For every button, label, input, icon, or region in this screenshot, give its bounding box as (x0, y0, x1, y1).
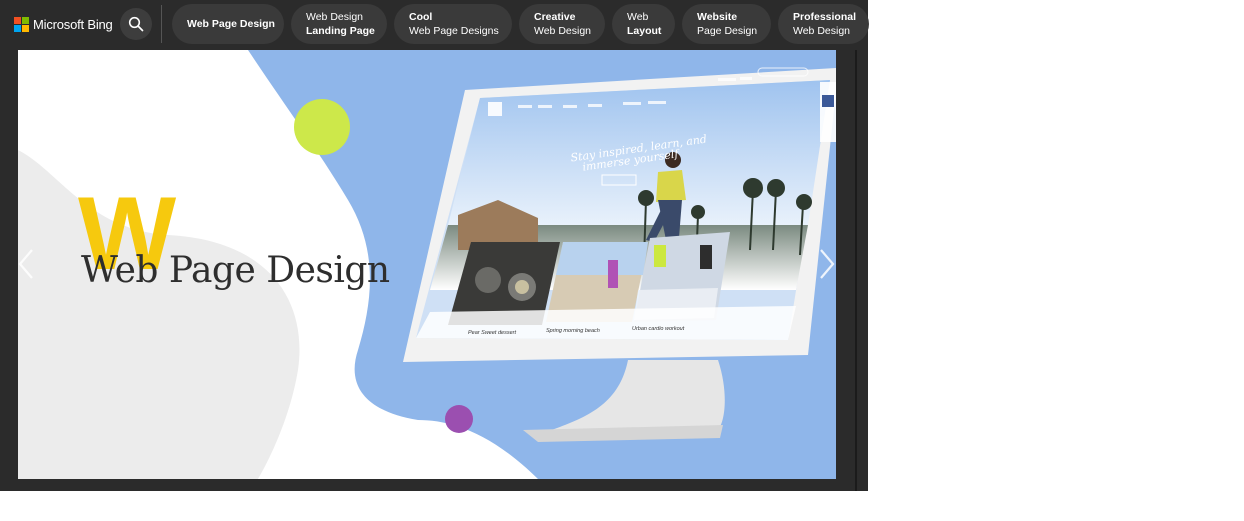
chip-label-line1: Creative (534, 11, 576, 23)
brand-name: Microsoft Bing (33, 16, 113, 32)
chip-label-line2: Landing Page (306, 25, 375, 37)
topbar-divider (161, 5, 162, 43)
caption-dessert: Pear Sweet dessert (468, 330, 516, 336)
chip-label-line2: Web Page Designs (409, 25, 499, 37)
chip-label-line2: Layout (627, 25, 662, 37)
chip-professional-web-design[interactable]: Professional Web Design (778, 4, 869, 44)
chevron-left-icon[interactable] (16, 246, 36, 282)
chip-label-line2: Web Design (793, 25, 851, 37)
chevron-right-icon[interactable] (817, 246, 837, 282)
chip-label-line1: Web Design (306, 11, 364, 23)
scrollbar[interactable] (855, 50, 857, 491)
chip-website-page-design[interactable]: Website Page Design (682, 4, 771, 44)
chip-creative-web-design[interactable]: Creative Web Design (519, 4, 605, 44)
chip-label-line2: Page Design (697, 25, 758, 37)
chip-label: Web Page Design (187, 18, 275, 30)
chip-cool-web-page-designs[interactable]: Cool Web Page Designs (394, 4, 512, 44)
bing-logo[interactable]: Microsoft Bing (14, 15, 113, 33)
search-button[interactable] (120, 8, 152, 40)
hero-title: Web Page Design (81, 250, 390, 291)
lime-circle (294, 99, 350, 155)
chip-web-design-landing-page[interactable]: Web Design Landing Page (291, 4, 387, 44)
search-icon (128, 16, 144, 32)
image-viewer: Microsoft Bing Web Page Design Web Desig… (0, 0, 869, 491)
microsoft-logo-icon (14, 17, 29, 32)
chip-label-line1: Web (627, 11, 649, 23)
main-image[interactable]: Stay inspired, learn, and immerse yourse… (18, 50, 836, 479)
chip-label-line1: Cool (409, 11, 433, 23)
top-bar: Microsoft Bing Web Page Design Web Desig… (0, 0, 869, 50)
chip-web-layout[interactable]: Web Layout (612, 4, 675, 44)
caption-workout: Urban cardio workout (632, 326, 685, 332)
chip-label-line2: Web Design (534, 25, 592, 37)
chip-web-page-design[interactable]: Web Page Design (172, 4, 284, 44)
screen-logo (488, 102, 502, 116)
purple-circle (445, 405, 473, 433)
chip-label-line1: Website (697, 11, 738, 23)
caption-beach: Spring morning beach (546, 328, 600, 334)
related-searches: Web Page Design Web Design Landing Page … (172, 4, 869, 44)
chip-label-line1: Professional (793, 11, 857, 23)
